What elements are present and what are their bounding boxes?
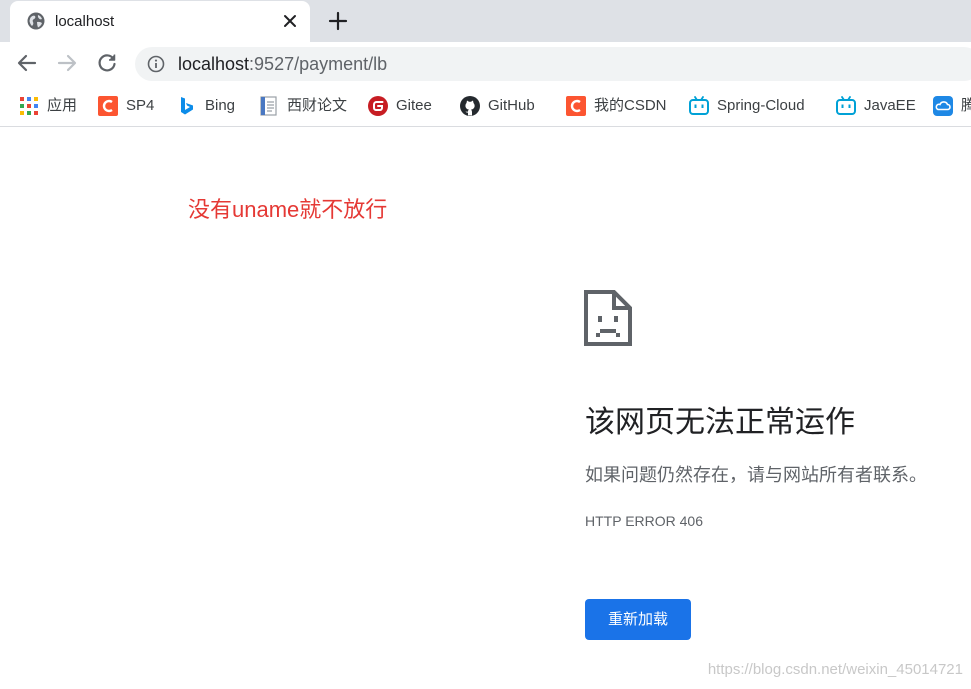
url-text: localhost:9527/payment/lb [178,54,387,74]
bookmarks-bar: 应用 SP4 Bing 西财论文 Gitee GitHub 我的CSDN Spr… [0,86,971,127]
apps-grid-icon [20,97,38,115]
bilibili-icon [836,96,856,115]
browser-tab[interactable]: localhost [10,1,310,42]
bookmark-label: 腾 [961,97,971,115]
back-arrow-icon[interactable] [16,52,38,74]
forward-arrow-icon[interactable] [56,52,78,74]
csdn-icon [566,96,586,116]
gitee-icon [368,96,388,116]
url-host: localhost [178,54,250,74]
info-icon[interactable] [147,55,165,73]
bookmark-label: 我的CSDN [594,97,667,114]
url-path: :9527/payment/lb [249,54,388,74]
watermark: https://blog.csdn.net/weixin_45014721 [707,661,963,678]
globe-icon [27,12,45,30]
bookmark-label: GitHub [488,97,535,114]
bookmark-label: SP4 [126,97,155,114]
github-icon [460,96,480,116]
address-bar[interactable]: localhost:9527/payment/lb [135,47,971,81]
error-message: 如果问题仍然存在，请与网站所有者联系。 [585,465,927,485]
bookmark-label: 西财论文 [287,97,348,114]
toolbar: localhost:9527/payment/lb [0,42,971,86]
bookmark-label: JavaEE [864,97,916,114]
tab-title: localhost [55,13,115,30]
tab-strip: localhost [0,0,971,42]
bing-icon [181,97,193,115]
bilibili-icon [689,96,709,115]
reload-button[interactable]: 重新加载 [585,599,691,640]
tencent-cloud-icon [933,96,953,116]
bookmark-label: Spring-Cloud [717,97,805,114]
csdn-icon [98,96,118,116]
new-tab-icon[interactable] [328,11,348,31]
document-icon [260,96,277,116]
error-code: HTTP ERROR 406 [585,513,703,529]
bookmark-label: Gitee [396,97,432,114]
reload-icon[interactable] [96,52,118,74]
sad-page-icon [584,290,632,346]
annotation-text: 没有uname就不放行 [188,197,388,222]
bookmark-label: 应用 [47,97,78,114]
error-title: 该网页无法正常运作 [585,406,855,439]
bookmark-label: Bing [205,97,236,114]
close-tab-icon[interactable] [282,13,298,29]
